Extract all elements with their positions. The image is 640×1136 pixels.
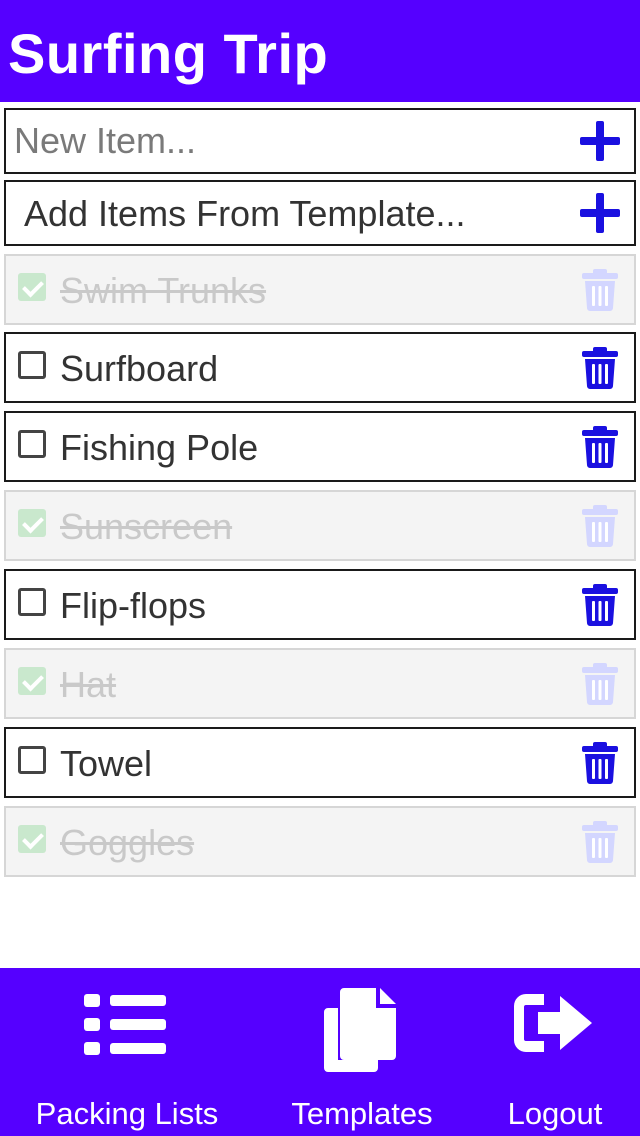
add-from-template-row[interactable]: Add Items From Template...: [4, 180, 636, 246]
list-item: Goggles: [4, 806, 636, 877]
item-checkbox[interactable]: [18, 667, 46, 695]
item-checkbox[interactable]: [18, 825, 46, 853]
item-checkbox[interactable]: [18, 273, 46, 301]
app-header: Surfing Trip: [0, 0, 640, 102]
trash-icon[interactable]: [582, 663, 618, 705]
list-icon: [84, 988, 168, 1065]
add-from-template-label: Add Items From Template...: [24, 193, 466, 234]
add-template-plus-icon[interactable]: [580, 193, 620, 233]
nav-templates[interactable]: Templates: [268, 968, 456, 1136]
copy-icon: [324, 988, 398, 1077]
new-item-input[interactable]: [6, 110, 566, 172]
item-label: Goggles: [60, 822, 195, 863]
item-checkbox[interactable]: [18, 746, 46, 774]
trash-icon[interactable]: [582, 821, 618, 863]
nav-label: Templates: [291, 1096, 433, 1131]
add-item-plus-icon[interactable]: [580, 121, 620, 161]
sign-out-icon: [512, 988, 596, 1063]
item-label: Surfboard: [60, 348, 219, 389]
list-item: Towel: [4, 727, 636, 798]
nav-packing-lists[interactable]: Packing Lists: [20, 968, 234, 1136]
trash-icon[interactable]: [582, 505, 618, 547]
trash-icon[interactable]: [582, 347, 618, 389]
bottom-nav: Packing Lists Templates Logout: [0, 968, 640, 1136]
item-label: Hat: [60, 664, 117, 705]
item-label: Flip-flops: [60, 585, 207, 626]
list-item: Fishing Pole: [4, 411, 636, 482]
new-item-row: [4, 108, 636, 174]
item-label: Swim Trunks: [60, 270, 267, 311]
nav-label: Logout: [507, 1096, 603, 1131]
nav-logout[interactable]: Logout: [490, 968, 620, 1136]
item-label: Sunscreen: [60, 506, 233, 547]
item-checkbox[interactable]: [18, 351, 46, 379]
item-label: Towel: [60, 743, 153, 784]
list-item: Surfboard: [4, 332, 636, 403]
nav-label: Packing Lists: [35, 1096, 219, 1131]
list-item: Flip-flops: [4, 569, 636, 640]
item-checkbox[interactable]: [18, 588, 46, 616]
item-checkbox[interactable]: [18, 509, 46, 537]
list-item: Hat: [4, 648, 636, 719]
trash-icon[interactable]: [582, 742, 618, 784]
item-checkbox[interactable]: [18, 430, 46, 458]
trash-icon[interactable]: [582, 269, 618, 311]
list-item: Swim Trunks: [4, 254, 636, 325]
item-label: Fishing Pole: [60, 427, 259, 468]
list-item: Sunscreen: [4, 490, 636, 561]
trash-icon[interactable]: [582, 426, 618, 468]
page-title: Surfing Trip: [8, 22, 329, 85]
trash-icon[interactable]: [582, 584, 618, 626]
